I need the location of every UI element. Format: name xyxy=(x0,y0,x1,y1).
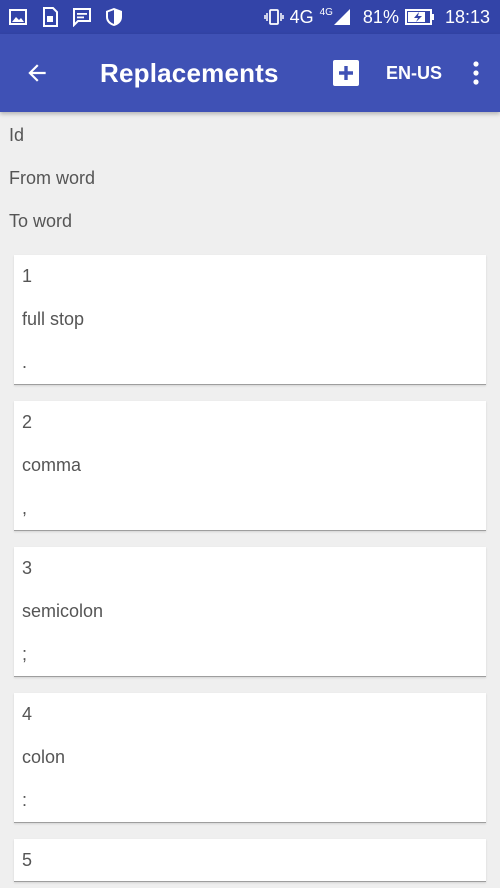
item-id: 1 xyxy=(22,266,33,286)
vibrate-icon xyxy=(263,7,284,27)
status-bar: 4G 4G 81% 18:13 xyxy=(0,0,500,34)
from-word-label: From word xyxy=(9,168,96,188)
replacement-card[interactable]: 4 colon : xyxy=(14,693,486,823)
column-labels: Id From word To word xyxy=(0,112,500,243)
page-title: Replacements xyxy=(100,57,279,88)
item-from-word: comma xyxy=(22,455,82,475)
sim-card-icon xyxy=(40,7,60,27)
item-id: 4 xyxy=(22,704,33,724)
image-icon xyxy=(8,7,28,27)
shield-icon xyxy=(104,7,124,27)
battery-percent: 81% xyxy=(362,6,399,27)
id-label: Id xyxy=(9,125,25,145)
item-id: 3 xyxy=(22,558,33,578)
app-bar: Replacements EN-US xyxy=(0,34,500,112)
language-button[interactable]: EN-US xyxy=(386,63,442,84)
network-type: 4G xyxy=(289,6,314,27)
add-box-icon xyxy=(332,60,359,86)
item-to-word: , xyxy=(22,498,28,518)
notification-icons xyxy=(8,7,124,27)
replacement-card[interactable]: 5 xyxy=(14,839,486,882)
network-type-small: 4G xyxy=(319,7,333,18)
replacement-card[interactable]: 3 semicolon ; xyxy=(14,547,486,677)
clock: 18:13 xyxy=(444,6,490,27)
message-icon xyxy=(72,7,92,27)
item-from-word: full stop xyxy=(22,309,85,329)
item-to-word: : xyxy=(22,790,28,810)
more-vert-icon xyxy=(473,61,479,85)
item-id: 5 xyxy=(22,850,33,870)
replacement-list: 1 full stop . 2 comma , 3 semicolon ; 4 … xyxy=(0,243,500,882)
replacement-card[interactable]: 2 comma , xyxy=(14,401,486,531)
arrow-back-icon xyxy=(28,64,46,82)
item-from-word: semicolon xyxy=(22,601,104,621)
to-word-label: To word xyxy=(9,211,73,231)
back-button[interactable] xyxy=(14,50,60,96)
item-from-word: colon xyxy=(22,747,66,767)
more-options-button[interactable] xyxy=(464,51,488,95)
battery-charging-icon xyxy=(404,7,435,27)
item-to-word: . xyxy=(22,352,28,372)
add-button[interactable] xyxy=(324,51,368,95)
item-to-word: ; xyxy=(22,644,28,664)
replacement-card[interactable]: 1 full stop . xyxy=(14,255,486,385)
item-id: 2 xyxy=(22,412,33,432)
signal-icon: 4G xyxy=(320,8,351,26)
